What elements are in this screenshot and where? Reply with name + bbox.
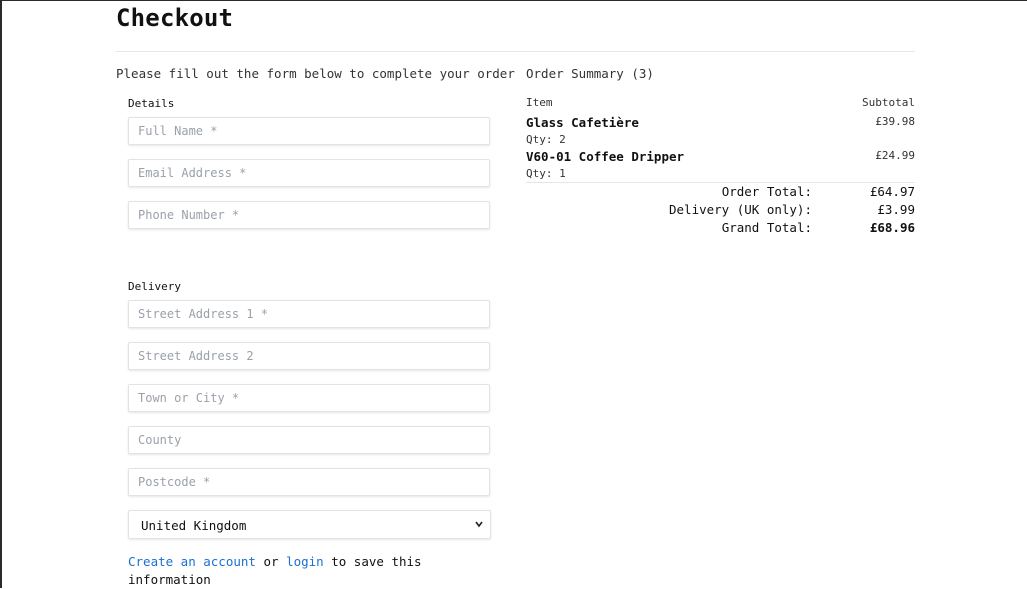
order-total-label: Order Total:: [721, 184, 812, 199]
full-name-field[interactable]: [128, 117, 490, 145]
postcode-field[interactable]: [128, 468, 490, 496]
street-address-2-field[interactable]: [128, 342, 490, 370]
email-field[interactable]: [128, 159, 490, 187]
phone-input[interactable]: [129, 202, 489, 228]
order-total-row: Order Total: £64.97: [526, 183, 915, 201]
create-account-link[interactable]: Create an account: [128, 554, 256, 569]
summary-column-headers: Item Subtotal: [526, 96, 915, 109]
full-name-input[interactable]: [129, 118, 489, 144]
grand-total-value: £68.96: [869, 220, 915, 235]
order-total-value: £64.97: [869, 184, 915, 199]
town-city-input[interactable]: [129, 385, 489, 411]
window-border-left: [0, 0, 2, 588]
details-section-label: Details: [128, 97, 175, 110]
account-prompt: Create an account or login to save this …: [128, 553, 428, 589]
window-border-top: [0, 0, 1027, 1]
street-address-2-input[interactable]: [129, 343, 489, 369]
line-item-qty: Qty: 2: [526, 133, 566, 146]
email-input[interactable]: [129, 160, 489, 186]
street-address-1-input[interactable]: [129, 301, 489, 327]
delivery-cost-row: Delivery (UK only): £3.99: [526, 201, 915, 219]
grand-total-label: Grand Total:: [721, 220, 812, 235]
delivery-section-label: Delivery: [128, 280, 181, 293]
account-prompt-or: or: [263, 554, 279, 569]
line-item-name: V60-01 Coffee Dripper: [526, 149, 685, 164]
grand-total-row: Grand Total: £68.96: [526, 219, 915, 237]
country-select[interactable]: United Kingdom: [128, 510, 491, 539]
phone-field[interactable]: [128, 201, 490, 229]
line-item-qty: Qty: 1: [526, 167, 566, 180]
order-totals: Order Total: £64.97 Delivery (UK only): …: [526, 182, 915, 237]
order-summary-title: Order Summary (3): [526, 66, 654, 81]
subtotal-column-header: Subtotal: [862, 96, 915, 109]
delivery-cost-value: £3.99: [877, 202, 915, 217]
county-field[interactable]: [128, 426, 490, 454]
order-summary: Order Summary (3) Item Subtotal Glass Ca…: [526, 66, 915, 235]
form-intro-text: Please fill out the form below to comple…: [116, 66, 515, 81]
line-item-name: Glass Cafetière: [526, 115, 639, 130]
chevron-down-icon: [475, 521, 483, 528]
item-column-header: Item: [526, 96, 553, 109]
summary-line-item: V60-01 Coffee Dripper Qty: 1 £24.99: [526, 149, 915, 180]
line-item-subtotal: £39.98: [875, 115, 915, 128]
street-address-1-field[interactable]: [128, 300, 490, 328]
county-input[interactable]: [129, 427, 489, 453]
title-divider: [116, 51, 915, 52]
page-title: Checkout: [116, 4, 234, 32]
login-link[interactable]: login: [286, 554, 324, 569]
summary-line-item: Glass Cafetière Qty: 2 £39.98: [526, 115, 915, 146]
country-select-value: United Kingdom: [141, 518, 247, 533]
postcode-input[interactable]: [129, 469, 489, 495]
town-city-field[interactable]: [128, 384, 490, 412]
line-item-subtotal: £24.99: [875, 149, 915, 162]
delivery-cost-label: Delivery (UK only):: [669, 202, 812, 217]
